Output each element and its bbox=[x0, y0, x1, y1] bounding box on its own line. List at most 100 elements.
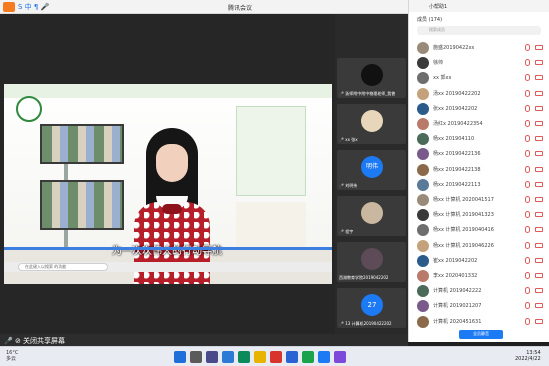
participant-name: 杨xx 20190422136 bbox=[433, 151, 481, 158]
avatar: 27 bbox=[361, 294, 383, 316]
avatar bbox=[417, 118, 429, 130]
participant-thumbnail[interactable]: 🎤 xx 张x bbox=[337, 104, 406, 144]
video-progress-bar[interactable] bbox=[4, 247, 332, 250]
camera-off-icon[interactable] bbox=[535, 227, 543, 233]
participant-row[interactable]: 崔xx 2019042202 bbox=[409, 253, 549, 269]
mic-muted-icon[interactable] bbox=[525, 180, 530, 188]
wps-icon[interactable] bbox=[270, 351, 282, 363]
mic-muted-icon[interactable] bbox=[525, 272, 530, 279]
participant-row[interactable]: 计算机 2019042222 bbox=[409, 283, 549, 299]
participant-row[interactable]: 李xx 2020401332 bbox=[409, 268, 549, 284]
participant-thumbnail[interactable]: 🎤 浙师附中附中物理老师_我曾 bbox=[337, 58, 406, 98]
participant-row[interactable]: 张xx 2019042202 bbox=[409, 101, 549, 117]
participant-row[interactable]: 杨xx 201904110 bbox=[409, 131, 549, 147]
mic-muted-icon[interactable] bbox=[525, 287, 530, 295]
stop-share-button[interactable]: 🎤 ⊘ 关闭共享屏幕 bbox=[4, 336, 65, 346]
weather-widget[interactable]: 16°C 多云 bbox=[6, 350, 18, 362]
camera-off-icon[interactable] bbox=[535, 318, 543, 324]
camera-off-icon[interactable] bbox=[535, 242, 543, 248]
mic-muted-icon[interactable] bbox=[525, 196, 530, 203]
camera-off-icon[interactable] bbox=[535, 45, 543, 50]
participant-row[interactable]: xx 郭xx bbox=[409, 70, 549, 86]
camera-off-icon[interactable] bbox=[535, 60, 543, 66]
mic-muted-icon[interactable] bbox=[525, 211, 530, 219]
participant-row[interactable]: 杨xx 20190422136 bbox=[409, 146, 549, 162]
avatar bbox=[417, 254, 429, 267]
avatar bbox=[417, 102, 429, 115]
mic-muted-icon[interactable] bbox=[525, 44, 530, 51]
member-search-input[interactable]: 搜索成员 bbox=[417, 26, 541, 35]
avatar bbox=[417, 42, 429, 54]
mic-muted-icon[interactable] bbox=[525, 135, 530, 143]
thumbnail-label: 🎤 xx 张x bbox=[339, 137, 358, 142]
avatar: 明伟 bbox=[361, 156, 383, 178]
mic-muted-icon[interactable] bbox=[525, 165, 530, 173]
camera-off-icon[interactable] bbox=[535, 181, 543, 187]
member-search-placeholder: 搜索成员 bbox=[429, 27, 445, 32]
camera-off-icon[interactable] bbox=[535, 212, 543, 218]
camera-off-icon[interactable] bbox=[535, 151, 543, 157]
camera-off-icon[interactable] bbox=[535, 90, 543, 96]
tencent-meeting-icon[interactable] bbox=[318, 351, 330, 363]
wechat-icon[interactable] bbox=[302, 351, 314, 363]
thumbnail-label: 🎤 程宇 bbox=[339, 229, 354, 234]
avatar bbox=[361, 202, 383, 224]
participant-thumbnail[interactable]: 明伟 🎤 刘明伟 bbox=[337, 150, 406, 190]
camera-off-icon[interactable] bbox=[535, 273, 543, 278]
mic-muted-icon[interactable] bbox=[525, 256, 530, 264]
participant-row[interactable]: 汤xx 20190422202 bbox=[409, 86, 549, 102]
camera-off-icon[interactable] bbox=[535, 257, 543, 263]
participant-thumbnail[interactable]: 🎤 程宇 bbox=[337, 196, 406, 236]
participant-row[interactable]: 徐帅 bbox=[409, 55, 549, 71]
avatar bbox=[417, 300, 429, 313]
mute-all-button[interactable]: 全员静音 bbox=[459, 330, 503, 339]
participant-row[interactable]: 汤红x 20190422354 bbox=[409, 116, 549, 132]
start-icon[interactable] bbox=[174, 351, 186, 363]
mic-muted-icon[interactable] bbox=[525, 120, 530, 127]
mic-muted-icon[interactable] bbox=[525, 241, 530, 249]
participant-row[interactable]: 杨xx 计算机 2020041517 bbox=[409, 192, 549, 208]
widgets-icon[interactable] bbox=[222, 351, 234, 363]
file-explorer-icon[interactable] bbox=[254, 351, 266, 363]
camera-off-icon[interactable] bbox=[535, 121, 543, 126]
mic-muted-icon[interactable] bbox=[525, 226, 530, 234]
participant-row[interactable]: 杨xx 计算机 2019041323 bbox=[409, 207, 549, 223]
camera-off-icon[interactable] bbox=[535, 136, 543, 142]
exhibit-poster bbox=[236, 106, 306, 196]
weather-desc: 多云 bbox=[6, 356, 17, 362]
mic-muted-icon[interactable] bbox=[525, 59, 530, 67]
participant-row[interactable]: 杨xx 20190422138 bbox=[409, 162, 549, 178]
camera-off-icon[interactable] bbox=[535, 197, 543, 202]
app-icon[interactable] bbox=[334, 351, 346, 363]
mic-muted-icon[interactable] bbox=[525, 89, 530, 97]
participant-row[interactable]: 施盛20190422xx bbox=[409, 40, 549, 56]
mic-muted-icon[interactable] bbox=[525, 302, 530, 310]
word-icon[interactable] bbox=[286, 351, 298, 363]
camera-off-icon[interactable] bbox=[535, 288, 543, 294]
windows-taskbar: 16°C 多云 13:54 2022/4/22 bbox=[0, 346, 549, 366]
participant-row[interactable]: 计算机 2020451631 bbox=[409, 314, 549, 330]
participant-row[interactable]: 杨xx 计算机 2019040416 bbox=[409, 222, 549, 238]
camera-off-icon[interactable] bbox=[535, 166, 543, 172]
participant-row[interactable]: 杨xx 计算机 2019046226 bbox=[409, 238, 549, 254]
mic-muted-icon[interactable] bbox=[525, 317, 530, 325]
avatar bbox=[417, 148, 429, 161]
video-banner bbox=[4, 84, 332, 98]
camera-off-icon[interactable] bbox=[535, 105, 543, 111]
ime-indicator[interactable]: S 中 ¶ 🎤 bbox=[18, 2, 49, 12]
mic-muted-icon[interactable] bbox=[525, 150, 530, 158]
task-view-icon[interactable] bbox=[206, 351, 218, 363]
edge-icon[interactable] bbox=[238, 351, 250, 363]
participant-name: 杨xx 20190422113 bbox=[433, 181, 481, 188]
avatar bbox=[417, 178, 429, 191]
participant-row[interactable]: 计算机 2019021207 bbox=[409, 298, 549, 314]
system-clock[interactable]: 13:54 2022/4/22 bbox=[515, 350, 541, 362]
participant-row[interactable]: 杨xx 20190422113 bbox=[409, 177, 549, 193]
camera-off-icon[interactable] bbox=[535, 75, 543, 81]
search-icon[interactable] bbox=[190, 351, 202, 363]
mic-muted-icon[interactable] bbox=[525, 74, 530, 82]
mic-muted-icon[interactable] bbox=[525, 104, 530, 112]
participant-thumbnail[interactable]: 27 🎤 13 计算机20190422202 bbox=[337, 288, 406, 328]
camera-off-icon[interactable] bbox=[535, 303, 543, 309]
participant-thumbnail[interactable]: 西湖教育学院2019042202 bbox=[337, 242, 406, 282]
